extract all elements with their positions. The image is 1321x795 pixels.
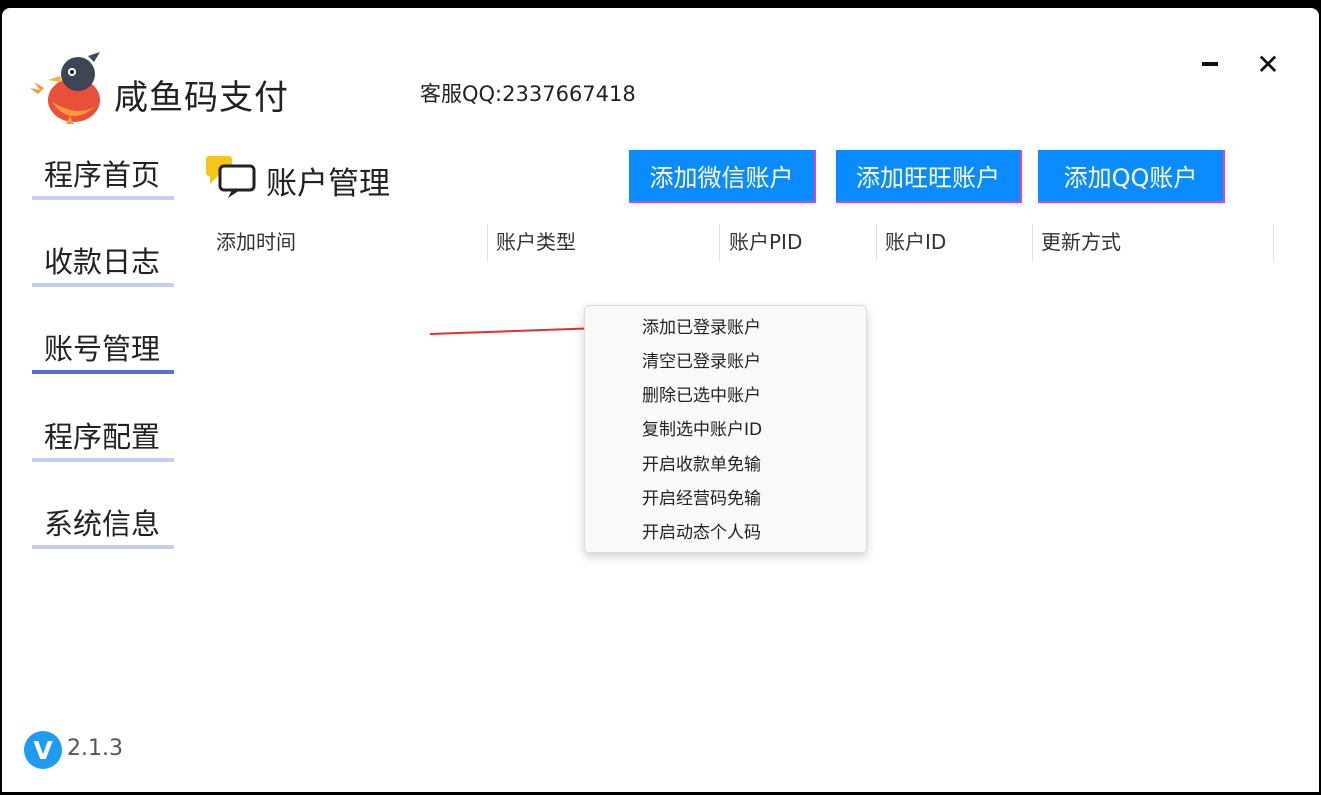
sidebar-item-label: 账号管理 [44,332,161,366]
add-qq-account-button[interactable]: 添加QQ账户 [1038,150,1225,203]
sidebar-item-underline [32,196,174,200]
sidebar-item-underline [32,370,174,374]
menu-item-add-logged-in-account[interactable]: 添加已登录账户 [642,313,761,343]
menu-item-enable-dynamic-personal-code[interactable]: 开启动态个人码 [642,518,761,548]
column-header-account-type[interactable]: 账户类型 [496,224,720,262]
support-qq-text: 客服QQ:2337667418 [420,82,636,106]
column-header-account-pid[interactable]: 账户PID [729,224,877,262]
add-wangwang-account-button[interactable]: 添加旺旺账户 [836,150,1022,203]
sidebar-item-label: 程序配置 [44,420,161,454]
app-title: 咸鱼码支付 [114,78,289,118]
version-text: 2.1.3 [67,736,123,761]
chat-bubble-icon [206,156,256,198]
sidebar-item-underline [32,545,174,549]
version-icon: V [24,731,62,769]
sidebar-item-system-info[interactable]: 系统信息 [32,497,174,549]
menu-item-enable-business-code-no-input[interactable]: 开启经营码免输 [642,484,761,514]
close-icon: ✕ [1256,47,1280,81]
add-wechat-account-button[interactable]: 添加微信账户 [629,150,816,203]
menu-item-enable-receipt-no-input[interactable]: 开启收款单免输 [642,450,761,480]
close-button[interactable]: ✕ [1250,46,1286,82]
sidebar-item-label: 程序首页 [44,158,161,192]
sidebar-item-underline [32,283,174,287]
sidebar-item-underline [32,458,174,462]
minimize-icon [1202,62,1218,66]
sidebar-item-label: 系统信息 [44,507,161,541]
menu-item-delete-selected-account[interactable]: 删除已选中账户 [642,381,761,411]
minimize-button[interactable] [1192,46,1228,82]
sidebar-item-home[interactable]: 程序首页 [32,148,174,200]
menu-item-clear-logged-in-accounts[interactable]: 清空已登录账户 [642,347,761,377]
context-menu: 添加已登录账户 清空已登录账户 删除已选中账户 复制选中账户ID 开启收款单免输… [584,305,867,553]
sidebar-item-payment-log[interactable]: 收款日志 [32,235,174,287]
section-title: 账户管理 [266,166,390,202]
column-header-update-method[interactable]: 更新方式 [1041,224,1274,262]
sidebar-item-label: 收款日志 [44,245,161,279]
menu-item-copy-selected-account-id[interactable]: 复制选中账户ID [642,415,762,445]
sidebar-item-program-config[interactable]: 程序配置 [32,410,174,462]
sidebar-item-account-management[interactable]: 账号管理 [32,322,174,374]
bird-logo-icon [30,52,100,124]
column-header-account-id[interactable]: 账户ID [885,224,1033,262]
app-window: 咸鱼码支付 客服QQ:2337667418 ✕ 程序首页 收款日志 账号管理 程… [2,8,1319,792]
column-header-add-time[interactable]: 添加时间 [216,224,488,262]
